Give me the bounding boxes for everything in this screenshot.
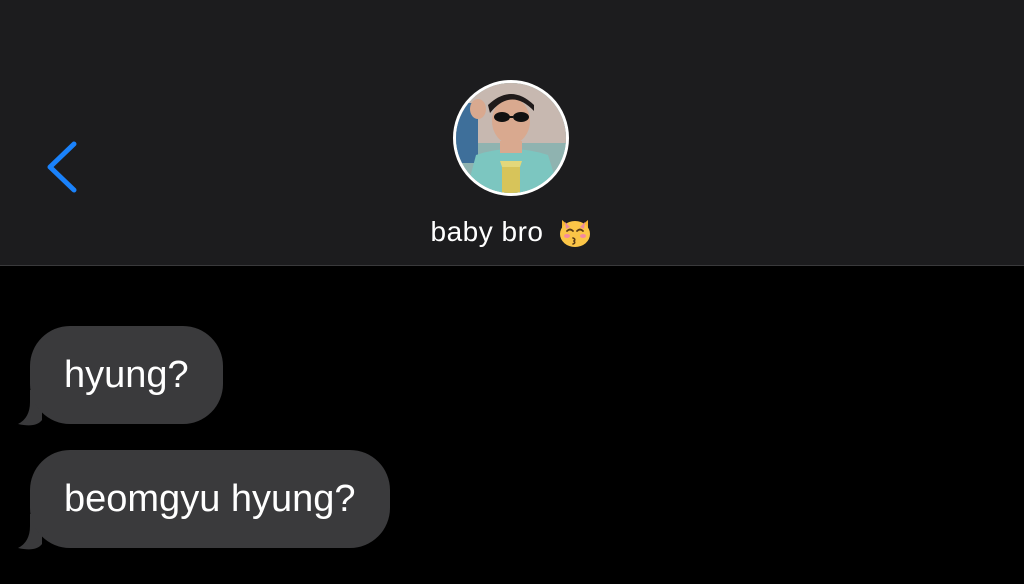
avatar-image bbox=[456, 83, 566, 193]
contact-name: baby bro bbox=[430, 216, 544, 247]
incoming-message-bubble[interactable]: beomgyu hyung? bbox=[30, 450, 390, 548]
contact-name-row[interactable]: baby bro bbox=[0, 210, 1024, 254]
message-text: hyung? bbox=[64, 353, 189, 396]
contact-avatar[interactable] bbox=[453, 80, 569, 196]
back-button[interactable] bbox=[36, 134, 96, 200]
messages-screen: baby bro hyung? beomgyu hyung? bbox=[0, 0, 1024, 584]
conversation-header: baby bro bbox=[0, 0, 1024, 266]
message-text: beomgyu hyung? bbox=[64, 477, 356, 520]
kissing-cat-emoji-icon bbox=[557, 214, 593, 250]
incoming-message-bubble[interactable]: hyung? bbox=[30, 326, 223, 424]
chevron-left-icon bbox=[47, 141, 77, 193]
message-thread[interactable]: hyung? beomgyu hyung? bbox=[0, 266, 1024, 584]
